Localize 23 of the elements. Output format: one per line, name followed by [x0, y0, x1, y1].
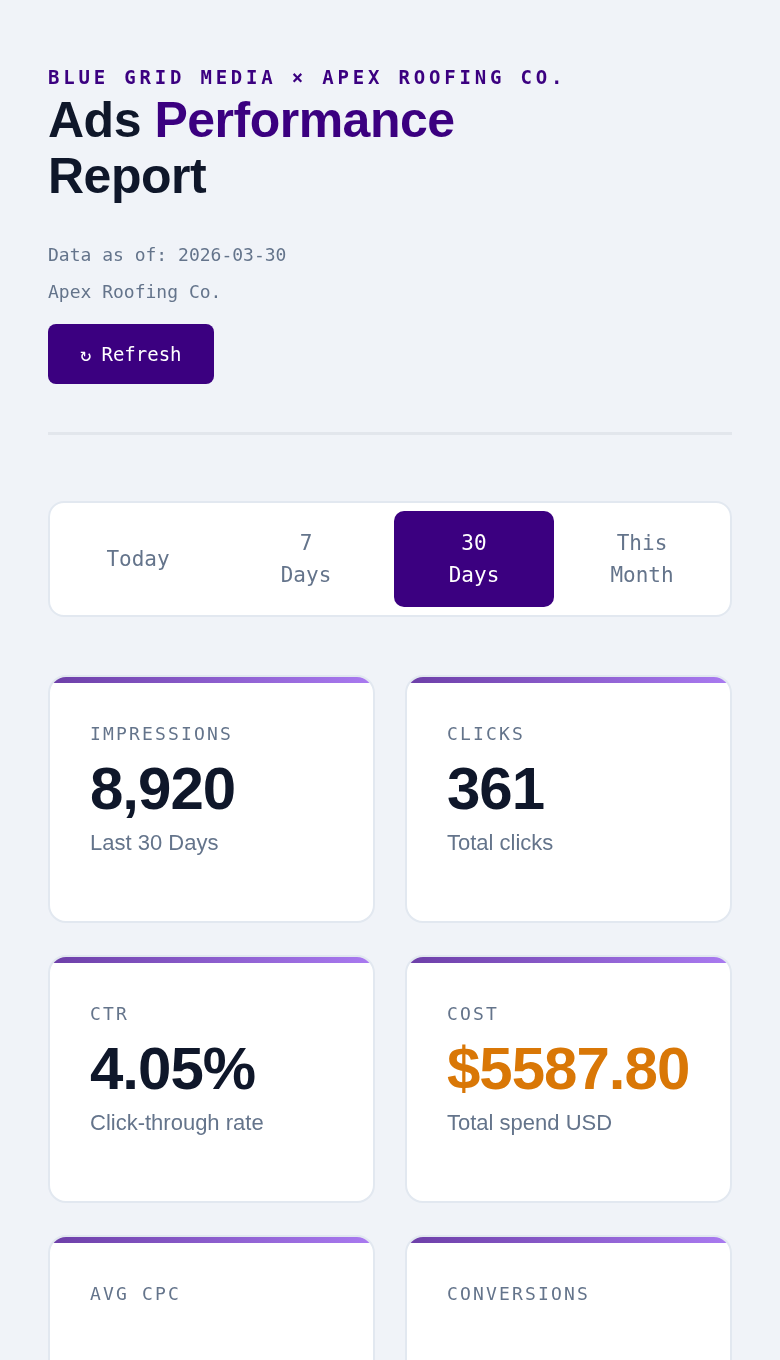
range-tab[interactable]: 7 Days — [226, 511, 386, 607]
range-tab[interactable]: Today — [58, 511, 218, 607]
metric-label: COST — [447, 1003, 500, 1024]
data-date: Data as of: 2026-03-30 — [48, 244, 288, 265]
client-name: Apex Roofing Co. — [48, 281, 223, 302]
report-title: Ads Performance Report — [48, 92, 456, 204]
metric-caption: Total clicks — [447, 830, 555, 856]
range-tab[interactable]: 30 Days — [394, 511, 554, 607]
metric-caption: Last 30 Days — [90, 830, 220, 856]
metric-label: CONVERSIONS — [447, 1283, 591, 1304]
report-eyebrow: BLUE GRID MEDIA × APEX ROOFING CO. — [48, 66, 568, 88]
metric-caption: Total spend USD — [447, 1110, 614, 1136]
metric-value: $5587.80 — [447, 1034, 691, 1104]
metric-caption: Click-through rate — [90, 1110, 265, 1136]
metric-value: 8,920 — [90, 754, 237, 824]
metric-label: AVG CPC — [90, 1283, 182, 1304]
range-tab[interactable]: This Month — [562, 511, 722, 607]
metric-label: IMPRESSIONS — [90, 723, 234, 744]
metric-value: 4.05% — [90, 1034, 257, 1104]
metric-label: CTR — [90, 1003, 130, 1024]
metric-value: 361 — [447, 754, 546, 824]
metric-label: CLICKS — [447, 723, 526, 744]
refresh-button[interactable]: ↻ Refresh — [48, 324, 214, 384]
